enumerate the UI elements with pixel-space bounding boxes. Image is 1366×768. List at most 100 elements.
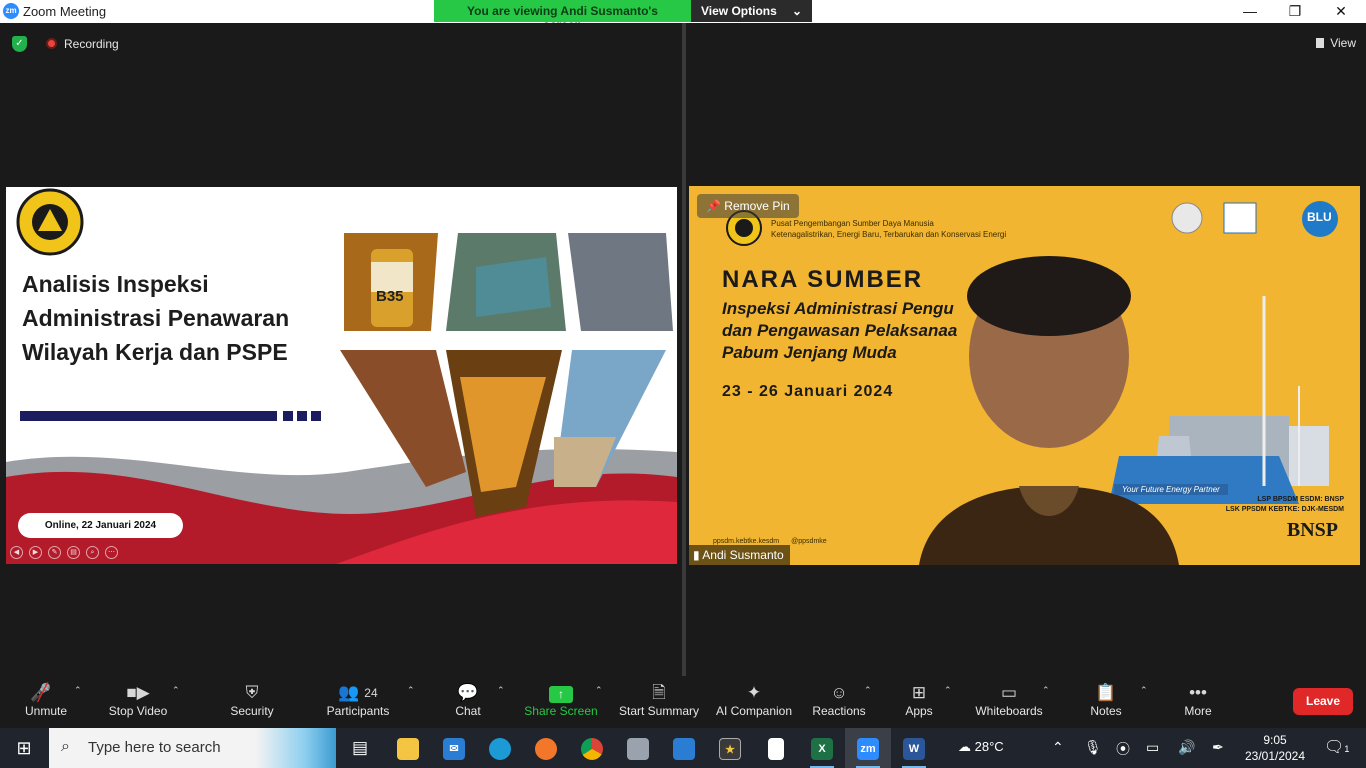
reactions-button[interactable]: ☺ Reactions bbox=[812, 682, 866, 726]
remove-pin-label: Remove Pin bbox=[724, 199, 790, 213]
battery-icon[interactable]: ▭ bbox=[1146, 739, 1159, 756]
minimize-button[interactable]: — bbox=[1227, 0, 1273, 23]
show-hidden-icons-chevron-icon[interactable]: ⌃ bbox=[1052, 739, 1064, 756]
course-dates: 23 - 26 Januari 2024 bbox=[722, 383, 894, 400]
notes-button[interactable]: 📋 Notes bbox=[1086, 682, 1126, 726]
whiteboards-button[interactable]: ▭ Whiteboards bbox=[973, 682, 1045, 726]
slide-controls: ◀ ▶ ✎ ▤ ⌕ ⋯ bbox=[10, 546, 118, 559]
organization-name: Pusat Pengembangan Sumber Daya Manusia K… bbox=[771, 218, 1006, 240]
camera-icon: ■▶ bbox=[126, 683, 150, 702]
file-explorer-icon[interactable] bbox=[385, 728, 431, 768]
chrome-icon[interactable] bbox=[569, 728, 615, 768]
more-options-icon[interactable]: ⋯ bbox=[105, 546, 118, 559]
notes-options-caret[interactable]: ⌃ bbox=[1140, 685, 1148, 696]
next-slide-icon[interactable]: ▶ bbox=[29, 546, 42, 559]
remove-pin-button[interactable]: 📌 Remove Pin bbox=[697, 194, 799, 218]
participant-name-label: ▮ Andi Susmanto bbox=[689, 545, 790, 565]
encryption-shield-icon[interactable]: ✓ bbox=[12, 36, 27, 52]
share-options-caret[interactable]: ⌃ bbox=[595, 685, 603, 696]
whiteboards-options-caret[interactable]: ⌃ bbox=[1042, 685, 1050, 696]
weather-temperature: 28°C bbox=[974, 739, 1004, 754]
ellipsis-icon: ••• bbox=[1189, 683, 1207, 702]
audio-options-caret[interactable]: ⌃ bbox=[74, 685, 82, 696]
volume-icon[interactable]: 🔊 bbox=[1178, 739, 1195, 756]
camera-in-use-icon[interactable]: ⦿ bbox=[1116, 739, 1130, 759]
unmute-label: Unmute bbox=[24, 704, 68, 718]
start-summary-label: Start Summary bbox=[618, 704, 699, 718]
edge-browser-icon[interactable] bbox=[477, 728, 523, 768]
apps-button[interactable]: ⊞ Apps bbox=[900, 682, 938, 726]
view-options-button[interactable]: View Options ⌄ bbox=[691, 0, 812, 22]
pen-input-icon[interactable]: ✒ bbox=[1212, 739, 1224, 756]
record-dot-icon bbox=[46, 38, 57, 49]
word-icon[interactable]: W bbox=[891, 728, 937, 768]
whiteboard-icon: ▭ bbox=[1000, 683, 1018, 702]
viewing-screen-label: You are viewing Andi Susmanto's screen bbox=[434, 0, 691, 32]
pen-icon[interactable]: ✎ bbox=[48, 546, 61, 559]
view-button[interactable]: View bbox=[1316, 36, 1356, 50]
participants-icon: 👥 24 bbox=[338, 683, 378, 702]
summary-icon: 🗎 bbox=[652, 683, 666, 702]
document-icon[interactable] bbox=[753, 728, 799, 768]
participants-button[interactable]: 👥 24 Participants bbox=[325, 682, 391, 726]
excel-icon[interactable]: X bbox=[799, 728, 845, 768]
ai-companion-label: AI Companion bbox=[715, 704, 793, 718]
chat-options-caret[interactable]: ⌃ bbox=[497, 685, 505, 696]
reactions-label: Reactions bbox=[812, 704, 866, 718]
previous-slide-icon[interactable]: ◀ bbox=[10, 546, 23, 559]
notes-label: Notes bbox=[1090, 704, 1122, 718]
taskbar-clock[interactable]: 9:05 23/01/2024 bbox=[1238, 732, 1312, 764]
weather-widget[interactable]: ☁ 28°C bbox=[958, 739, 1004, 755]
media-app-icon[interactable]: ★ bbox=[707, 728, 753, 768]
pin-icon: 📌 bbox=[706, 199, 721, 213]
leave-button[interactable]: Leave bbox=[1293, 688, 1353, 715]
search-highlight-image bbox=[256, 728, 336, 768]
stop-video-label: Stop Video bbox=[108, 704, 168, 718]
zoom-icon[interactable]: ⌕ bbox=[86, 546, 99, 559]
slide-title: Analisis Inspeksi Administrasi Penawaran… bbox=[22, 267, 332, 369]
store-icon[interactable] bbox=[661, 728, 707, 768]
notification-count: 1 bbox=[1344, 744, 1350, 754]
stop-video-button[interactable]: ■▶ Stop Video bbox=[106, 682, 170, 726]
reactions-options-caret[interactable]: ⌃ bbox=[864, 685, 872, 696]
video-options-caret[interactable]: ⌃ bbox=[172, 685, 180, 696]
more-label: More bbox=[1184, 704, 1212, 718]
split-divider[interactable] bbox=[682, 23, 686, 676]
windows-start-icon[interactable]: ⊞ bbox=[0, 728, 48, 768]
share-screen-button[interactable]: ↑ Share Screen bbox=[524, 682, 598, 726]
zoom-taskbar-icon[interactable]: zm bbox=[845, 728, 891, 768]
twitter-handle: @ppsdmke bbox=[791, 538, 827, 545]
slide-title-line: Administrasi Penawaran bbox=[22, 305, 290, 331]
slides-icon[interactable]: ▤ bbox=[67, 546, 80, 559]
firefox-icon[interactable] bbox=[523, 728, 569, 768]
view-label: View bbox=[1330, 36, 1356, 50]
lsp-line-2: LSK PPSDM KEBTKE: DJK-MESDM bbox=[1225, 506, 1344, 513]
recording-label[interactable]: Recording bbox=[64, 37, 119, 51]
apps-options-caret[interactable]: ⌃ bbox=[944, 685, 952, 696]
participants-options-caret[interactable]: ⌃ bbox=[407, 685, 415, 696]
notification-center-icon[interactable]: 🗨1 bbox=[1324, 737, 1349, 757]
speaker-video[interactable]: 📌 Remove Pin Pusat Pengembangan Sumber D… bbox=[689, 186, 1360, 565]
clock-date: 23/01/2024 bbox=[1244, 749, 1306, 763]
unmute-button[interactable]: 🎤╱ Unmute bbox=[20, 682, 72, 726]
apps-icon: ⊞ bbox=[911, 683, 927, 702]
printer-app-icon[interactable] bbox=[615, 728, 661, 768]
participants-label: Participants bbox=[326, 704, 390, 718]
microphone-icon[interactable]: 🎙 bbox=[1084, 739, 1102, 756]
chat-button[interactable]: 💬 Chat bbox=[448, 682, 488, 726]
ai-companion-button[interactable]: ✦ AI Companion bbox=[713, 682, 795, 726]
signal-bars-icon: ▮ bbox=[693, 548, 700, 562]
organization-line-2: Ketenagalistrikan, Energi Baru, Terbaruk… bbox=[771, 230, 1007, 239]
shield-icon: ⛨ bbox=[245, 683, 259, 702]
more-button[interactable]: ••• More bbox=[1180, 682, 1216, 726]
mail-icon[interactable]: ✉ bbox=[431, 728, 477, 768]
slide-background bbox=[6, 188, 677, 564]
restore-button[interactable]: ❐ bbox=[1272, 0, 1318, 23]
close-button[interactable]: ✕ bbox=[1318, 0, 1364, 23]
taskbar-search-box[interactable]: ⌕ Type here to search bbox=[49, 728, 336, 768]
cloud-icon: ☁ bbox=[958, 739, 971, 754]
task-view-icon[interactable]: ▤ bbox=[337, 728, 383, 768]
security-button[interactable]: ⛨ Security bbox=[228, 682, 276, 726]
notes-icon: 📋 bbox=[1095, 683, 1117, 702]
start-summary-button[interactable]: 🗎 Start Summary bbox=[616, 682, 702, 726]
